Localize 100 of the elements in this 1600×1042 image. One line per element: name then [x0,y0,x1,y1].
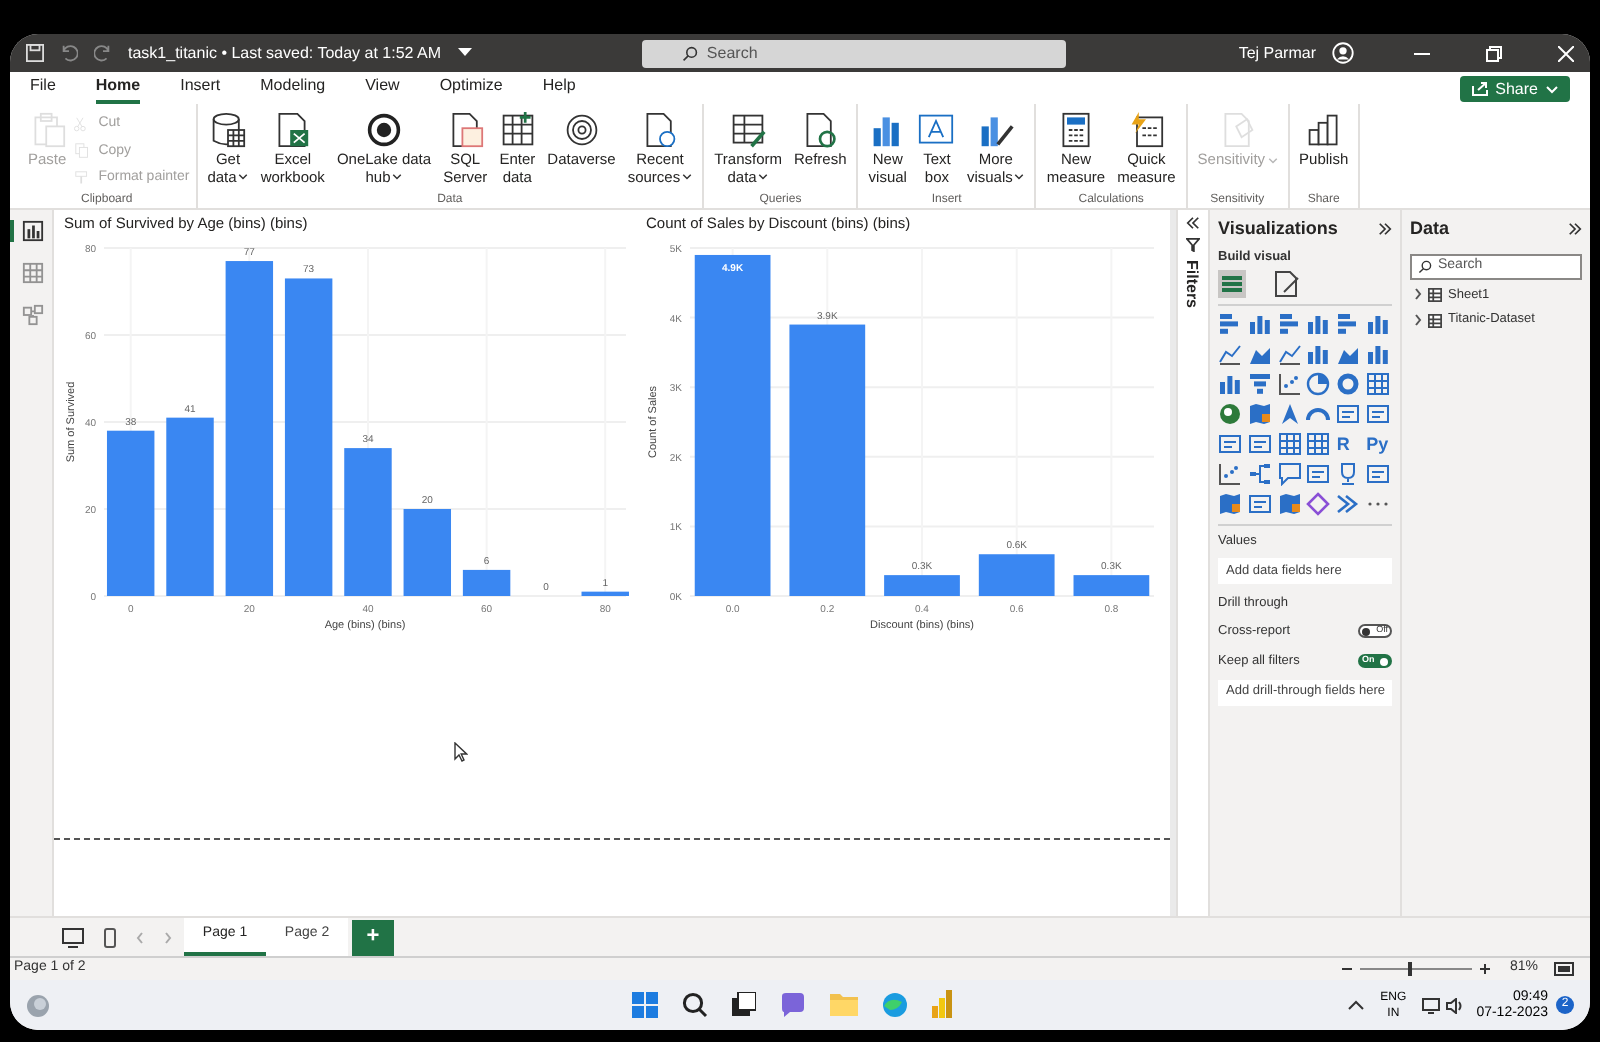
phone-icon[interactable] [104,927,116,947]
close-icon[interactable] [1558,45,1574,61]
column-chart-icon[interactable] [1366,342,1391,367]
card-icon[interactable] [1247,432,1272,457]
line-chart-icon[interactable] [1277,342,1302,367]
bar[interactable] [106,430,155,596]
add-page-button[interactable]: + [352,919,394,955]
column-chart-icon[interactable] [1218,372,1242,397]
bar[interactable] [581,591,629,596]
bar[interactable] [284,278,333,596]
map-icon[interactable] [1277,492,1302,517]
menu-tab[interactable]: Optimize [439,72,503,104]
column-chart-icon[interactable] [1247,312,1272,337]
chat-icon[interactable] [780,991,806,1017]
line-chart-icon[interactable] [1218,342,1242,367]
bar-chart-icon[interactable] [1336,312,1361,337]
save-icon[interactable] [26,44,44,62]
share-button[interactable]: Share [1459,76,1570,102]
table-icon[interactable] [1366,372,1391,397]
avatar-icon[interactable] [1332,42,1354,64]
pane-title: Visualizations [1218,216,1338,242]
browser-icon[interactable] [882,991,908,1017]
filter-icon[interactable] [1186,238,1200,252]
column-chart-icon[interactable] [1306,342,1331,367]
table-edit-icon [730,112,767,148]
report-view-icon[interactable] [22,220,44,242]
monitor-icon[interactable] [1422,997,1441,1013]
card-icon[interactable] [1366,462,1391,487]
chevron-up-icon[interactable] [1348,1000,1365,1010]
bar-chart-icon[interactable] [932,990,952,1018]
task-view-icon[interactable] [732,992,756,1016]
copy-icon [74,142,93,161]
card-icon[interactable] [1306,462,1331,487]
menu-tab[interactable]: Insert [180,72,221,104]
format-brush-icon[interactable] [1274,270,1300,299]
map-icon[interactable] [1247,402,1272,427]
navigation-arrow-icon[interactable] [1277,402,1302,427]
menu-tab[interactable]: Help [542,72,576,104]
zoom-in-icon[interactable] [1479,964,1490,974]
search-icon[interactable] [682,991,708,1017]
zoom-out-icon[interactable] [1341,964,1352,974]
pie-chart-icon[interactable] [1306,372,1331,397]
bar-chart-icon[interactable] [1277,312,1302,337]
speech-bubble-icon[interactable] [1277,462,1302,487]
map-icon[interactable] [1218,492,1242,517]
chevron-right-icon[interactable] [1414,288,1422,301]
card-icon[interactable] [1366,402,1391,427]
search-field[interactable]: Search [642,39,1067,67]
desktop-icon[interactable] [62,927,84,947]
search-icon [682,45,699,61]
table-icon [1428,287,1442,302]
globe-icon[interactable] [1218,402,1242,427]
expand-icon[interactable] [1568,222,1582,237]
column-chart-icon[interactable] [1306,312,1331,337]
window-title: task1_titanic • Last saved: Today at 1:52 AM [128,41,442,65]
chart-pen-icon [977,112,1014,148]
funnel-icon[interactable] [1247,372,1272,397]
table-view-icon[interactable] [22,262,44,284]
bar[interactable] [225,261,274,596]
undo-icon[interactable] [60,44,78,62]
model-view-icon[interactable] [22,304,44,326]
menu-tab[interactable]: Modeling [260,72,326,104]
restore-icon[interactable] [1486,45,1502,61]
scatter-chart-icon[interactable] [1277,372,1302,397]
scatter-chart-icon[interactable] [1218,462,1242,487]
clipboard-icon [29,112,66,148]
menu-tab[interactable]: View [365,72,400,104]
filters-pane-label[interactable]: Filters [1183,260,1203,309]
column-chart-icon[interactable] [1366,312,1391,337]
shield-document-icon [1219,112,1256,148]
table-icon[interactable] [1306,432,1331,457]
table-icon [1428,313,1442,328]
chevron-icon[interactable] [1336,492,1361,517]
table-icon[interactable] [1277,432,1302,457]
card-icon[interactable] [1336,402,1361,427]
menu-tab[interactable]: File [30,72,56,104]
chevron-down-icon [1546,85,1558,93]
speaker-icon[interactable] [1446,997,1465,1013]
decomposition-tree-icon[interactable] [1247,462,1272,487]
visual-script-icon[interactable]: R [1336,432,1363,457]
card-icon[interactable] [1218,432,1242,457]
refresh-document-icon [802,112,839,148]
zoom-slider-thumb[interactable] [1408,962,1413,976]
fields-tab-icon[interactable] [1218,270,1246,299]
diamond-icon[interactable] [1306,492,1331,517]
windows-start-icon[interactable] [632,991,658,1017]
donut-chart-icon[interactable] [1336,372,1361,397]
spreadsheet-icon [274,112,311,148]
collapse-icon[interactable] [1186,216,1200,230]
paintbrush-icon [74,169,93,188]
chevron-right-icon[interactable] [1414,314,1422,327]
expand-icon[interactable] [1378,222,1392,237]
visual-script-icon[interactable]: Py [1366,432,1392,457]
redo-icon[interactable] [94,44,112,62]
fit-page-icon[interactable] [1554,962,1574,976]
caret-icon[interactable] [457,48,472,58]
bar-chart-icon[interactable] [1218,312,1242,337]
user-name: Tej Parmar [1238,41,1316,65]
trophy-icon[interactable] [1336,462,1361,487]
card-icon[interactable] [1247,492,1272,517]
